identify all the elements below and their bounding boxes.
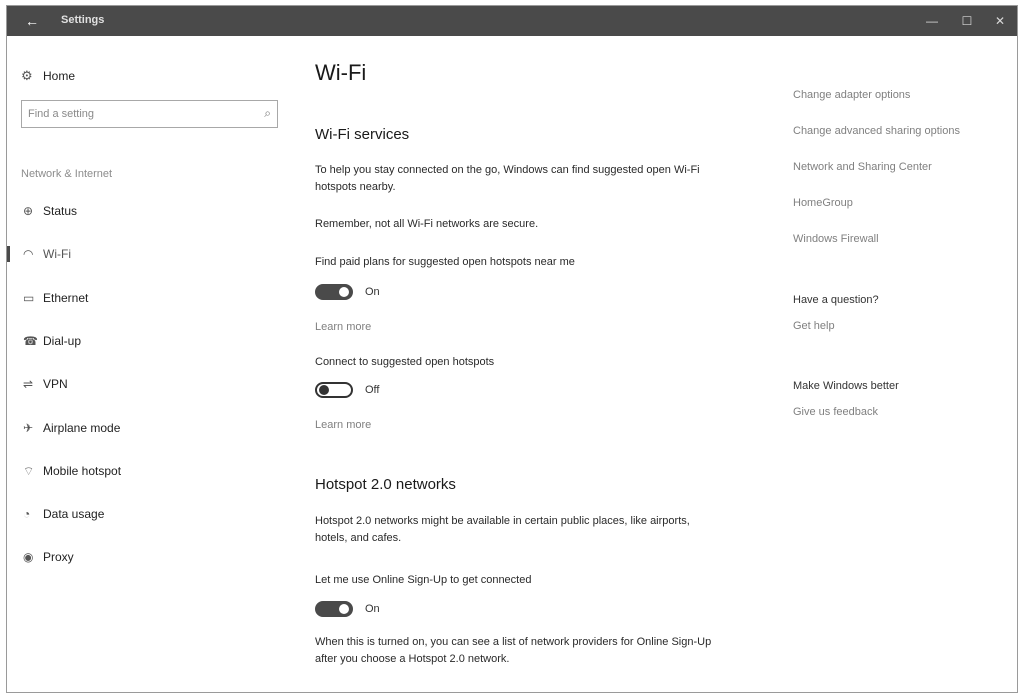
sidebar: ⚙ Home ⌕ Network & Internet ⊕ Status ◠ W…	[7, 36, 297, 692]
gear-icon: ⚙	[21, 68, 33, 83]
search-icon[interactable]: ⌕	[264, 106, 271, 121]
settings-window: ← Settings — ☐ ✕ ⚙ Home ⌕ Network & Inte…	[6, 5, 1018, 693]
sidebar-item-label: Ethernet	[43, 291, 89, 305]
toggle-knob	[319, 385, 329, 395]
minimize-icon[interactable]: —	[917, 11, 947, 31]
sidebar-item-airplane-mode[interactable]: ✈ Airplane mode	[7, 413, 297, 443]
ethernet-icon: ▭	[23, 291, 35, 305]
question-heading: Have a question?	[793, 294, 879, 306]
close-icon[interactable]: ✕	[985, 11, 1015, 31]
give-feedback-link[interactable]: Give us feedback	[793, 406, 878, 418]
suggested-hotspots-label: Connect to suggested open hotspots	[315, 356, 495, 368]
hotspot20-heading: Hotspot 2.0 networks	[315, 476, 456, 493]
phone-icon: ☎	[23, 334, 38, 348]
wifi-services-heading: Wi-Fi services	[315, 126, 410, 143]
sidebar-item-label: Mobile hotspot	[43, 464, 122, 478]
sidebar-item-label: Wi-Fi	[43, 247, 71, 261]
sidebar-item-label: Dial-up	[43, 334, 82, 348]
network-sharing-center-link[interactable]: Network and Sharing Center	[793, 161, 932, 173]
windows-firewall-link[interactable]: Windows Firewall	[793, 233, 879, 245]
sidebar-item-label: Status	[43, 204, 78, 218]
title-bar: ← Settings — ☐ ✕	[7, 6, 1017, 36]
maximize-icon[interactable]: ☐	[952, 11, 982, 31]
paid-plans-toggle-row: On	[315, 282, 380, 302]
globe-icon: ⊕	[23, 204, 34, 218]
paid-plans-state: On	[365, 286, 380, 298]
sidebar-item-label: VPN	[43, 377, 68, 391]
online-signup-toggle-row: On	[315, 599, 380, 619]
airplane-icon: ✈	[23, 421, 34, 435]
online-signup-label: Let me use Online Sign-Up to get connect…	[315, 574, 532, 586]
category-heading: Network & Internet	[21, 168, 113, 180]
suggested-hotspots-toggle-row: Off	[315, 380, 379, 400]
sidebar-item-label: Data usage	[43, 507, 105, 521]
sidebar-item-dial-up[interactable]: ☎ Dial-up	[7, 326, 297, 356]
wifi-services-intro: To help you stay connected on the go, Wi…	[315, 164, 700, 193]
sidebar-item-wifi[interactable]: ◠ Wi-Fi	[7, 239, 297, 269]
feedback-heading: Make Windows better	[793, 380, 899, 392]
data-usage-icon: ◔	[23, 507, 31, 521]
page-title: Wi-Fi	[315, 60, 367, 85]
sidebar-item-label: Proxy	[43, 550, 74, 564]
home-nav-item[interactable]: ⚙ Home	[21, 66, 75, 86]
toggle-knob	[339, 287, 349, 297]
online-signup-state: On	[365, 603, 380, 615]
home-label: Home	[43, 69, 76, 83]
homegroup-link[interactable]: HomeGroup	[793, 197, 853, 209]
sidebar-item-ethernet[interactable]: ▭ Ethernet	[7, 283, 297, 313]
sidebar-item-data-usage[interactable]: ◔ Data usage	[7, 499, 297, 529]
search-input[interactable]	[22, 101, 242, 127]
sidebar-item-proxy[interactable]: ◉ Proxy	[7, 542, 297, 572]
hotspot-icon: ⌔	[23, 463, 35, 478]
paid-plans-label: Find paid plans for suggested open hotsp…	[315, 256, 575, 268]
get-help-link[interactable]: Get help	[793, 320, 835, 332]
suggested-hotspots-state: Off	[365, 384, 380, 396]
back-arrow-icon[interactable]: ←	[19, 12, 45, 30]
sidebar-item-status[interactable]: ⊕ Status	[7, 196, 297, 226]
change-advanced-sharing-link[interactable]: Change advanced sharing options	[793, 125, 960, 137]
window-title: Settings	[61, 14, 105, 26]
sidebar-item-label: Airplane mode	[43, 421, 121, 435]
paid-plans-toggle[interactable]	[315, 284, 353, 300]
search-box: ⌕	[21, 100, 278, 128]
suggested-hotspots-toggle[interactable]	[315, 382, 353, 398]
wifi-icon: ◠	[23, 247, 34, 261]
learn-more-link-paid-plans[interactable]: Learn more	[315, 321, 371, 333]
proxy-icon: ◉	[23, 550, 34, 564]
sidebar-item-vpn[interactable]: ⇌ VPN	[7, 369, 297, 399]
online-signup-toggle[interactable]	[315, 601, 353, 617]
learn-more-link-suggested-hotspots[interactable]: Learn more	[315, 419, 371, 431]
hotspot20-intro: Hotspot 2.0 networks might be available …	[315, 515, 690, 544]
vpn-icon: ⇌	[23, 377, 34, 391]
toggle-knob	[339, 604, 349, 614]
online-signup-footer: When this is turned on, you can see a li…	[315, 636, 712, 665]
change-adapter-options-link[interactable]: Change adapter options	[793, 89, 910, 101]
sidebar-item-mobile-hotspot[interactable]: ⌔ Mobile hotspot	[7, 456, 297, 486]
security-warning: Remember, not all Wi-Fi networks are sec…	[315, 218, 539, 230]
